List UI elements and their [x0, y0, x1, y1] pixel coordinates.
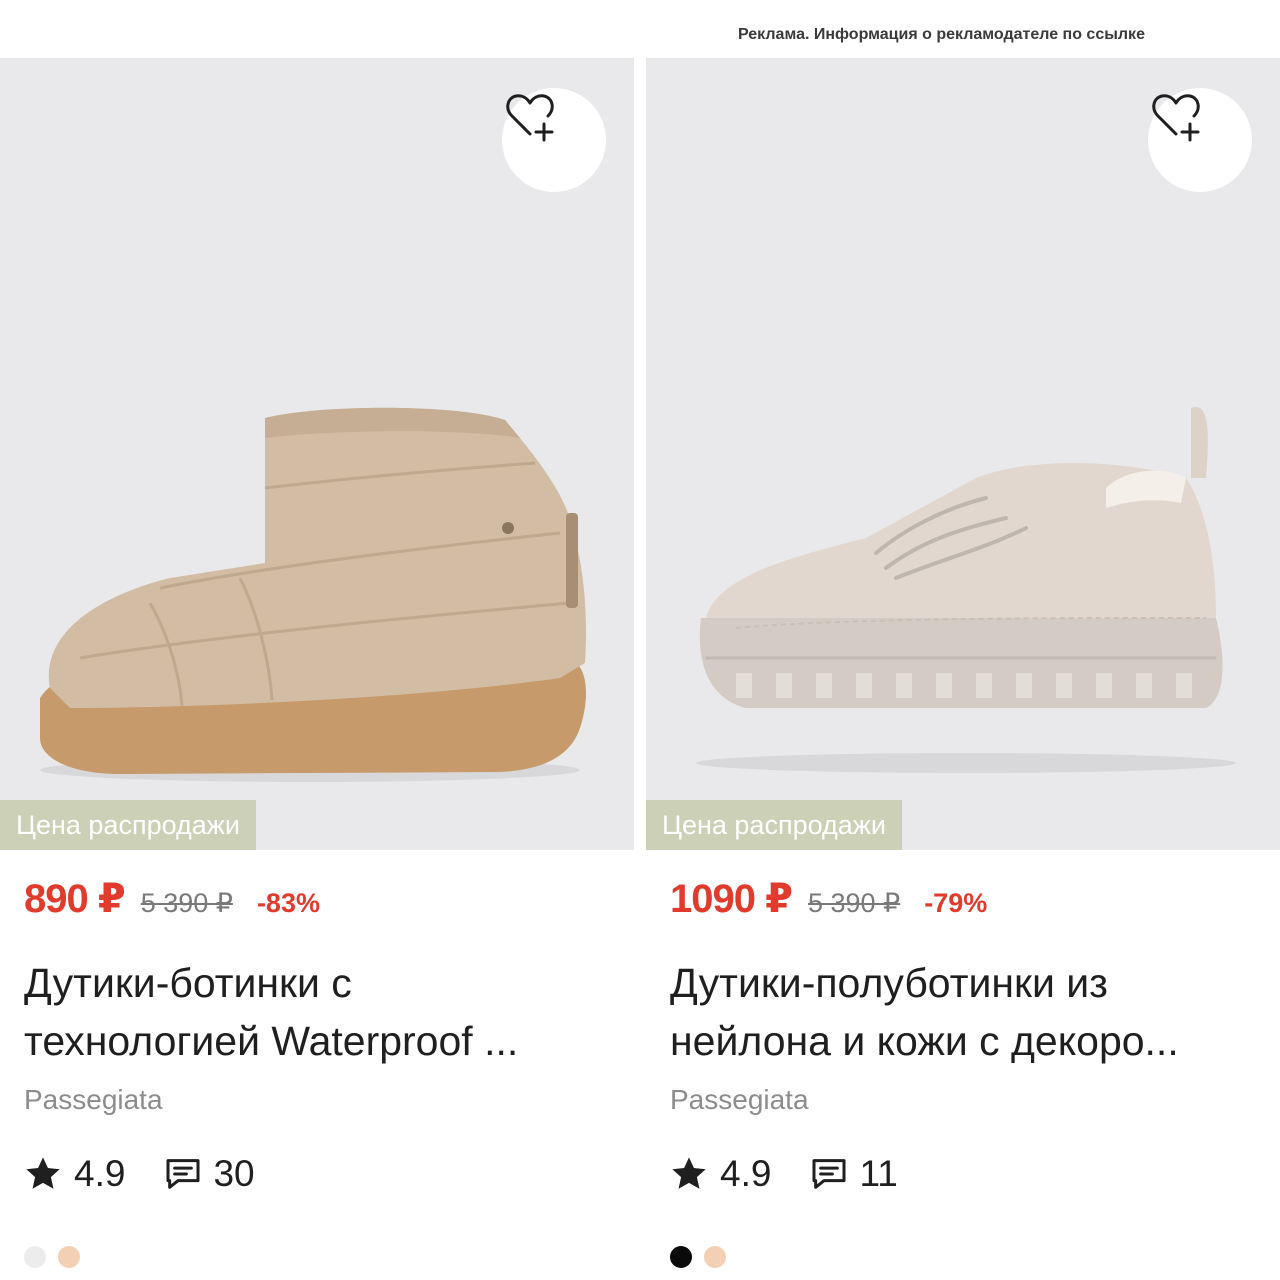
- color-swatch[interactable]: [24, 1246, 46, 1268]
- reviews-count[interactable]: 30: [213, 1153, 254, 1195]
- product-grid: Реклама. Информация о рекламодателе по с…: [0, 0, 1280, 1280]
- star-icon: [26, 1157, 60, 1189]
- comment-icon: [166, 1159, 200, 1189]
- rating-row: 4.9 11: [670, 1152, 1256, 1196]
- product-image[interactable]: Цена распродажи: [0, 58, 634, 850]
- color-swatch[interactable]: [670, 1246, 692, 1268]
- product-image[interactable]: Цена распродажи: [646, 58, 1280, 850]
- product-title[interactable]: Дутики-полуботинки из нейлона и кожи с д…: [670, 954, 1260, 1070]
- rating-value: 4.9: [720, 1153, 772, 1194]
- price-row: 890 ₽ 5 390 ₽ -83%: [24, 876, 610, 926]
- brand-name[interactable]: Passegiata: [670, 1084, 1256, 1116]
- product-info: 890 ₽ 5 390 ₽ -83% Дутики-ботинки с техн…: [0, 850, 634, 1268]
- old-price: 5 390 ₽: [140, 888, 233, 918]
- product-info: 1090 ₽ 5 390 ₽ -79% Дутики-полуботинки и…: [646, 850, 1280, 1268]
- add-to-favorites-button[interactable]: [1148, 88, 1252, 192]
- current-price: 890 ₽: [24, 877, 126, 921]
- product-card[interactable]: Цена распродажи 1090 ₽ 5 390 ₽ -79% Дути…: [646, 58, 1280, 1280]
- discount-percent: -83%: [256, 888, 320, 918]
- add-to-favorites-button[interactable]: [502, 88, 606, 192]
- product-title-line: Дутики-полуботинки из: [670, 960, 1108, 1006]
- product-title-line: Дутики-ботинки с: [24, 960, 352, 1006]
- sale-badge: Цена распродажи: [0, 800, 256, 850]
- color-swatch[interactable]: [58, 1246, 80, 1268]
- discount-percent: -79%: [924, 888, 988, 918]
- color-swatch[interactable]: [704, 1246, 726, 1268]
- product-title-line: нейлона и кожи с декоро...: [670, 1018, 1179, 1064]
- color-swatches: [24, 1246, 610, 1268]
- product-title[interactable]: Дутики-ботинки с технологией Waterproof …: [24, 954, 614, 1070]
- price-row: 1090 ₽ 5 390 ₽ -79%: [670, 876, 1256, 926]
- current-price: 1090 ₽: [670, 877, 793, 921]
- sale-badge: Цена распродажи: [646, 800, 902, 850]
- product-card[interactable]: Цена распродажи 890 ₽ 5 390 ₽ -83% Дутик…: [0, 58, 634, 1280]
- ad-notice-link[interactable]: Реклама. Информация о рекламодателе по с…: [738, 26, 1145, 44]
- product-title-line: технологией Waterproof ...: [24, 1018, 519, 1064]
- color-swatches: [670, 1246, 1256, 1268]
- rating-value: 4.9: [74, 1153, 126, 1194]
- heart-plus-icon: [506, 94, 554, 142]
- reviews-count[interactable]: 11: [859, 1153, 897, 1195]
- brand-name[interactable]: Passegiata: [24, 1084, 610, 1116]
- star-icon: [672, 1157, 706, 1189]
- rating-row: 4.9 30: [24, 1152, 610, 1196]
- old-price: 5 390 ₽: [807, 888, 901, 918]
- heart-plus-icon: [1152, 94, 1200, 142]
- comment-icon: [812, 1159, 846, 1189]
